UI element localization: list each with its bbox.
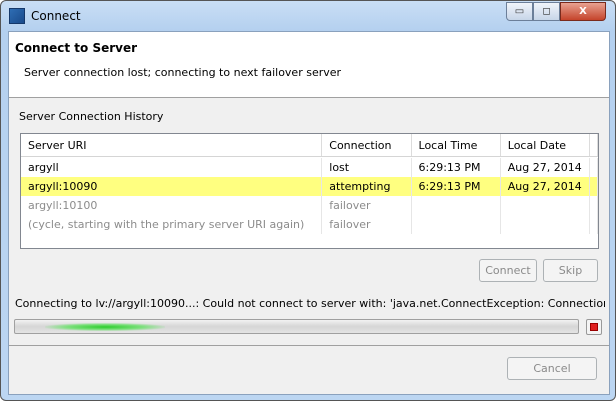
cell-connection: attempting: [322, 177, 412, 196]
cell-date: [501, 215, 591, 234]
history-label: Server Connection History: [19, 110, 164, 123]
skip-button[interactable]: Skip: [543, 259, 598, 282]
column-header-local-time[interactable]: Local Time: [412, 134, 501, 156]
cell-connection: lost: [322, 158, 412, 177]
minimize-button[interactable]: ▭: [506, 2, 533, 21]
cell-filler: [590, 196, 599, 215]
cell-time: [412, 196, 501, 215]
status-text: Connecting to lv://argyll:10090...: Coul…: [15, 297, 605, 310]
cell-uri: argyll: [21, 158, 323, 177]
cell-date: Aug 27, 2014: [501, 158, 591, 177]
cell-connection: failover: [322, 196, 412, 215]
cell-date: [501, 196, 591, 215]
stop-icon: [590, 323, 598, 331]
app-icon: [9, 8, 25, 24]
column-header-filler: [590, 134, 599, 156]
cell-time: 6:29:13 PM: [412, 177, 501, 196]
maximize-button[interactable]: ◻: [533, 2, 560, 21]
cell-connection: failover: [322, 215, 412, 234]
cell-filler: [590, 158, 599, 177]
close-button[interactable]: X: [560, 2, 606, 21]
table-row[interactable]: argyll:10100 failover: [21, 196, 599, 215]
column-header-connection[interactable]: Connection: [322, 134, 412, 156]
separator: [9, 345, 609, 346]
cell-filler: [590, 215, 599, 234]
cancel-button[interactable]: Cancel: [507, 357, 597, 380]
stop-button[interactable]: [586, 319, 602, 335]
column-header-server-uri[interactable]: Server URI: [21, 134, 323, 156]
table-row[interactable]: argyll lost 6:29:13 PM Aug 27, 2014: [21, 158, 599, 177]
connect-window: Connect ▭ ◻ X Connect to Server Server c…: [0, 0, 616, 401]
dialog-body: Connect to Server Server connection lost…: [8, 31, 610, 395]
cell-date: Aug 27, 2014: [501, 177, 591, 196]
dialog-header: Connect to Server Server connection lost…: [9, 32, 609, 98]
dialog-message: Server connection lost; connecting to ne…: [24, 66, 342, 79]
column-header-local-date[interactable]: Local Date: [501, 134, 591, 156]
cell-time: [412, 215, 501, 234]
cell-uri: argyll:10100: [21, 196, 323, 215]
cell-uri: argyll:10090: [21, 177, 323, 196]
progress-bar: [14, 319, 579, 334]
cell-filler: [590, 177, 599, 196]
table-header: Server URI Connection Local Time Local D…: [21, 134, 599, 157]
table-row[interactable]: (cycle, starting with the primary server…: [21, 215, 599, 234]
progress-indicator: [45, 323, 165, 331]
table-row[interactable]: argyll:10090 attempting 6:29:13 PM Aug 27, …: [21, 177, 599, 196]
window-title: Connect: [31, 9, 81, 23]
history-table: Server URI Connection Local Time Local D…: [20, 133, 599, 249]
cell-time: 6:29:13 PM: [412, 158, 501, 177]
cell-uri: (cycle, starting with the primary server…: [21, 215, 323, 234]
connect-button[interactable]: Connect: [479, 259, 537, 282]
dialog-title: Connect to Server: [15, 41, 138, 55]
